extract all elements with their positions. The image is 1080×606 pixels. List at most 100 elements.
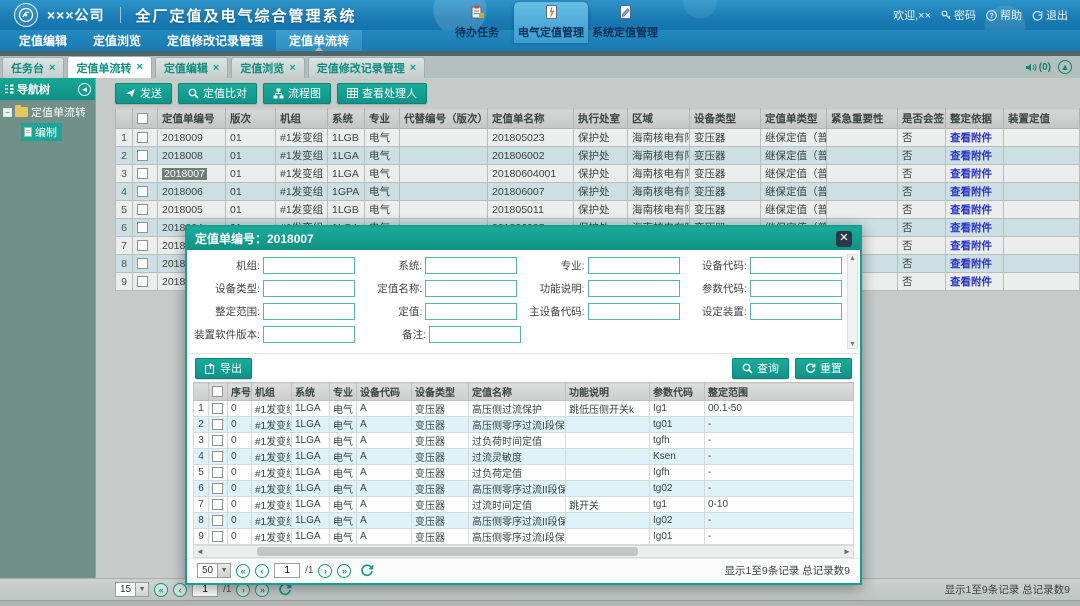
- logout-link[interactable]: 退出: [1032, 7, 1068, 23]
- field-input[interactable]: [425, 280, 517, 297]
- checkbox[interactable]: [212, 531, 223, 542]
- column-header[interactable]: 参数代码: [650, 383, 705, 401]
- scroll-left-icon[interactable]: ◄: [194, 547, 206, 556]
- refresh-button[interactable]: [360, 564, 374, 578]
- view-attachment-link[interactable]: 查看附件: [950, 186, 992, 198]
- close-icon[interactable]: ×: [410, 63, 416, 74]
- column-header[interactable]: 定值单类型: [761, 109, 827, 129]
- column-header[interactable]: 专业: [365, 109, 400, 129]
- setting-compare-button[interactable]: 定值比对: [178, 83, 257, 104]
- tab-task-desk[interactable]: 任务台×: [2, 57, 64, 78]
- table-row[interactable]: 1201800901#1发变组1LGB电气201805023保护处海南核电有限公…: [116, 129, 1080, 147]
- table-row[interactable]: 50#1发变组1LGA电气A变压器过负荷定值Igfh-: [194, 465, 854, 481]
- send-button[interactable]: 发送: [115, 83, 172, 104]
- prev-page-button[interactable]: ‹: [255, 564, 269, 578]
- tab-setting-browse[interactable]: 定值浏览×: [231, 57, 304, 78]
- column-header[interactable]: 紧急重要性: [827, 109, 898, 129]
- table-row[interactable]: 60#1发变组1LGA电气A变压器高压侧零序过流II段保护时间tg02-: [194, 481, 854, 497]
- column-header[interactable]: 区域: [628, 109, 690, 129]
- checkbox[interactable]: [137, 113, 148, 124]
- table-row[interactable]: 10#1发变组1LGA电气A变压器高压侧过流保护跳低压侧开关kIg100.1-5…: [194, 401, 854, 417]
- field-input[interactable]: [750, 303, 842, 320]
- table-row[interactable]: 80#1发变组1LGA电气A变压器高压侧零序过流II段保护Ig02-: [194, 513, 854, 529]
- column-header[interactable]: 设备类型: [690, 109, 761, 129]
- table-row[interactable]: 2201800801#1发变组1LGA电气201806002保护处海南核电有限公…: [116, 147, 1080, 165]
- table-row[interactable]: 40#1发变组1LGA电气A变压器过流灵敏度Ksen-: [194, 449, 854, 465]
- checkbox[interactable]: [212, 515, 223, 526]
- table-row[interactable]: 90#1发变组1LGA电气A变压器高压侧零序过流I段保护Ig01-: [194, 529, 854, 545]
- field-input[interactable]: [588, 280, 680, 297]
- scroll-down-icon[interactable]: ▼: [849, 341, 856, 348]
- checkbox[interactable]: [137, 186, 148, 197]
- close-icon[interactable]: ×: [289, 63, 295, 74]
- field-input[interactable]: [750, 257, 842, 274]
- table-row[interactable]: 70#1发变组1LGA电气A变压器过流时间定值跳开关tg10-10: [194, 497, 854, 513]
- column-header[interactable]: 代替编号（版次）: [400, 109, 488, 129]
- table-row[interactable]: 30#1发变组1LGA电气A变压器过负荷时间定值tgfh-: [194, 433, 854, 449]
- menu-item-change-record[interactable]: 定值修改记录管理: [154, 30, 276, 51]
- field-input[interactable]: [425, 257, 517, 274]
- page-size-select[interactable]: 50▼: [197, 563, 231, 578]
- table-row[interactable]: 5201800501#1发变组1LGB电气201805011保护处海南核电有限公…: [116, 201, 1080, 219]
- view-attachment-link[interactable]: 查看附件: [950, 150, 992, 162]
- checkbox[interactable]: [212, 499, 223, 510]
- checkbox[interactable]: [212, 451, 223, 462]
- view-attachment-link[interactable]: 查看附件: [950, 168, 992, 180]
- last-page-button[interactable]: »: [337, 564, 351, 578]
- checkbox[interactable]: [212, 386, 223, 397]
- column-header[interactable]: 定值名称: [469, 383, 566, 401]
- column-header[interactable]: 机组: [276, 109, 328, 129]
- column-header[interactable]: 装置定值: [1004, 109, 1080, 129]
- close-icon[interactable]: ×: [136, 62, 142, 73]
- view-attachment-link[interactable]: 查看附件: [950, 276, 992, 288]
- view-attachment-link[interactable]: 查看附件: [950, 204, 992, 216]
- module-tab-electrical-settings[interactable]: 电气定值管理: [514, 2, 588, 43]
- tab-setting-edit[interactable]: 定值编辑×: [155, 57, 228, 78]
- first-page-button[interactable]: «: [154, 583, 168, 597]
- password-link[interactable]: 密码: [941, 7, 976, 23]
- first-page-button[interactable]: «: [236, 564, 250, 578]
- checkbox[interactable]: [137, 150, 148, 161]
- column-header[interactable]: 序号: [228, 383, 252, 401]
- reset-button[interactable]: 重置: [795, 358, 852, 379]
- flowchart-button[interactable]: 流程图: [263, 83, 331, 104]
- field-input[interactable]: [263, 257, 355, 274]
- tab-change-record[interactable]: 定值修改记录管理×: [308, 57, 425, 78]
- column-header[interactable]: 功能说明: [566, 383, 650, 401]
- tree-expander-icon[interactable]: −: [3, 108, 12, 117]
- checkbox[interactable]: [212, 467, 223, 478]
- column-header[interactable]: 机组: [252, 383, 292, 401]
- form-scrollbar[interactable]: ▲ ▼: [847, 254, 858, 349]
- column-header[interactable]: 整定范围: [705, 383, 854, 401]
- checkbox[interactable]: [212, 483, 223, 494]
- scroll-up-icon[interactable]: ▲: [849, 255, 856, 262]
- column-header[interactable]: 设备类型: [412, 383, 469, 401]
- view-handler-button[interactable]: 查看处理人: [337, 83, 427, 104]
- checkbox[interactable]: [212, 419, 223, 430]
- column-header[interactable]: 执行处室: [574, 109, 628, 129]
- view-attachment-link[interactable]: 查看附件: [950, 132, 992, 144]
- field-input[interactable]: [425, 303, 517, 320]
- notification-sound[interactable]: (0): [1025, 62, 1051, 73]
- tree-node-bianzhi[interactable]: 编制: [21, 123, 62, 141]
- checkbox[interactable]: [137, 276, 148, 287]
- field-input[interactable]: [588, 303, 680, 320]
- column-header[interactable]: 定值单编号: [158, 109, 226, 129]
- query-button[interactable]: 查询: [732, 358, 789, 379]
- view-attachment-link[interactable]: 查看附件: [950, 222, 992, 234]
- view-attachment-link[interactable]: 查看附件: [950, 258, 992, 270]
- checkbox[interactable]: [137, 222, 148, 233]
- field-input[interactable]: [588, 257, 680, 274]
- checkbox[interactable]: [137, 132, 148, 143]
- field-input[interactable]: [263, 303, 355, 320]
- tab-sheet-flow[interactable]: 定值单流转×: [67, 56, 151, 78]
- field-input[interactable]: [429, 326, 521, 343]
- column-header[interactable]: 系统: [292, 383, 330, 401]
- checkbox[interactable]: [137, 168, 148, 179]
- column-header[interactable]: 是否会签: [898, 109, 946, 129]
- horizontal-scrollbar[interactable]: ◄ ►: [193, 545, 854, 558]
- sidebar-collapse-icon[interactable]: ◄: [78, 83, 91, 96]
- checkbox[interactable]: [137, 204, 148, 215]
- close-icon[interactable]: ×: [213, 63, 219, 74]
- column-header[interactable]: 系统: [328, 109, 365, 129]
